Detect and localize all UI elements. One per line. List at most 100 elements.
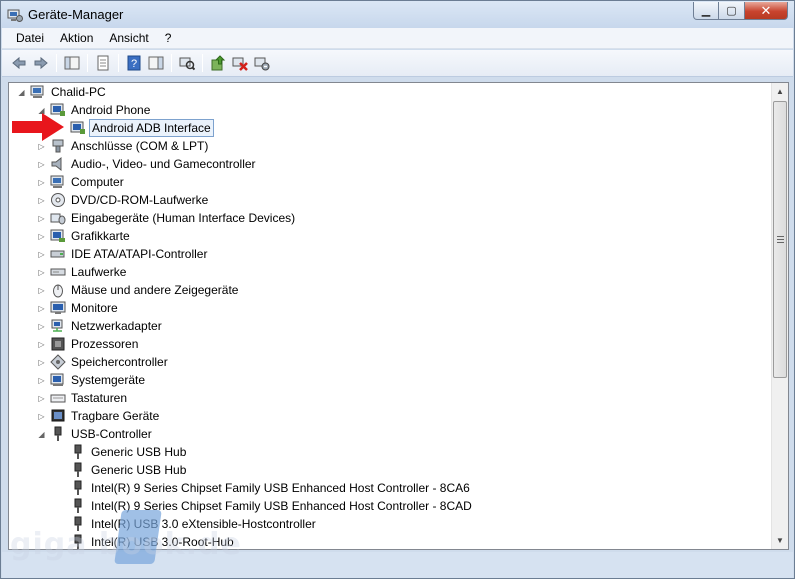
minimize-button[interactable]: ▁ xyxy=(693,2,719,20)
tree-node-label: Anschlüsse (COM & LPT) xyxy=(71,139,209,153)
tree-node-dvd[interactable]: ▷ DVD/CD-ROM-Laufwerke xyxy=(37,191,210,209)
tree-node-system[interactable]: ▷ Systemgeräte xyxy=(37,371,147,389)
tree-node-label: Netzwerkadapter xyxy=(71,319,162,333)
minimize-icon: ▁ xyxy=(701,5,711,17)
expand-icon[interactable]: ▷ xyxy=(37,322,46,331)
expand-icon[interactable]: ▷ xyxy=(37,232,46,241)
computer-icon xyxy=(30,85,44,98)
tree-node-ide[interactable]: ▷ IDE ATA/ATAPI-Controller xyxy=(37,245,209,263)
expand-icon[interactable]: ▷ xyxy=(37,412,46,421)
tree-node-processors[interactable]: ▷ Prozessoren xyxy=(37,335,140,353)
uninstall-button[interactable] xyxy=(229,52,251,74)
close-button[interactable]: ✕ xyxy=(745,2,788,20)
tree-node-label: Speichercontroller xyxy=(71,355,168,369)
expand-icon[interactable]: ▷ xyxy=(37,340,46,349)
usb-icon xyxy=(54,426,62,441)
tree-node-hid[interactable]: ▷ Eingabegeräte (Human Interface Devices… xyxy=(37,209,297,227)
menu-datei[interactable]: Datei xyxy=(8,31,52,45)
tree-node-label: Mäuse und andere Zeigegeräte xyxy=(71,283,239,297)
tree-node-label: Computer xyxy=(71,175,124,189)
tree-node-usb-hub-1[interactable]: Generic USB Hub xyxy=(70,443,188,461)
tree-node-audio[interactable]: ▷ Audio-, Video- und Gamecontroller xyxy=(37,155,258,173)
update-driver-button[interactable] xyxy=(207,52,229,74)
maximize-button[interactable]: ▢ xyxy=(719,2,745,20)
expand-icon[interactable]: ▷ xyxy=(37,160,46,169)
tree-node-label: Generic USB Hub xyxy=(91,445,187,459)
disable-button[interactable] xyxy=(251,52,273,74)
close-icon: ✕ xyxy=(760,2,772,18)
tree-node-portable[interactable]: ▷ Tragbare Geräte xyxy=(37,407,161,425)
expand-icon[interactable]: ▷ xyxy=(37,214,46,223)
properties-button[interactable] xyxy=(92,52,114,74)
expand-icon[interactable]: ▷ xyxy=(37,178,46,187)
tree-node-label: DVD/CD-ROM-Laufwerke xyxy=(71,193,209,207)
expand-icon[interactable]: ▷ xyxy=(37,268,46,277)
usb-icon xyxy=(74,462,82,477)
expand-icon[interactable]: ▷ xyxy=(37,376,46,385)
console-tree-button[interactable] xyxy=(61,52,83,74)
tree-node-usb-hub-2[interactable]: Generic USB Hub xyxy=(70,461,188,479)
tree-node-label: Android ADB Interface xyxy=(89,119,214,137)
expand-icon[interactable]: ▷ xyxy=(37,196,46,205)
expand-icon[interactable]: ▷ xyxy=(37,358,46,367)
network-adapter-icon xyxy=(51,319,63,332)
tree-root[interactable]: ◢ Chalid-PC xyxy=(17,83,108,101)
usb-icon xyxy=(74,444,82,459)
tree-node-label: Eingabegeräte (Human Interface Devices) xyxy=(71,211,296,225)
device-tree: ◢ Chalid-PC ◢ Android Phone Android ADB … xyxy=(9,83,771,549)
menu-help[interactable]: ? xyxy=(157,31,180,45)
expand-icon[interactable]: ▷ xyxy=(37,394,46,403)
system-device-icon xyxy=(50,373,64,386)
tree-node-network[interactable]: ▷ Netzwerkadapter xyxy=(37,317,164,335)
uninstall-icon xyxy=(232,57,248,71)
device-tree-pane: ◢ Chalid-PC ◢ Android Phone Android ADB … xyxy=(8,82,789,550)
tree-node-storage[interactable]: ▷ Speichercontroller xyxy=(37,353,170,371)
tree-node-usb-host-8ca6[interactable]: Intel(R) 9 Series Chipset Family USB Enh… xyxy=(70,479,472,497)
back-button[interactable] xyxy=(8,52,30,74)
expand-icon[interactable]: ▷ xyxy=(37,250,46,259)
tree-node-keyboards[interactable]: ▷ Tastaturen xyxy=(37,389,129,407)
collapse-icon[interactable]: ◢ xyxy=(17,88,26,97)
svg-text:?: ? xyxy=(131,58,137,70)
speaker-icon xyxy=(51,156,62,172)
scroll-up-button[interactable]: ▲ xyxy=(772,83,788,100)
input-device-icon xyxy=(50,213,66,225)
tree-node-monitors[interactable]: ▷ Monitore xyxy=(37,299,120,317)
android-device-icon xyxy=(70,121,85,134)
tree-node-mice[interactable]: ▷ Mäuse und andere Zeigegeräte xyxy=(37,281,240,299)
collapse-icon[interactable]: ◢ xyxy=(37,430,46,439)
expand-icon[interactable]: ▷ xyxy=(37,286,46,295)
help-icon: ? xyxy=(127,55,141,71)
action-pane-button[interactable] xyxy=(145,52,167,74)
expand-icon[interactable]: ▷ xyxy=(37,304,46,313)
menu-aktion[interactable]: Aktion xyxy=(52,31,101,45)
disk-drive-icon xyxy=(50,268,66,276)
scan-hardware-button[interactable] xyxy=(176,52,198,74)
title-bar[interactable]: Geräte-Manager ▁ ▢ ✕ xyxy=(1,1,794,28)
window-controls: ▁ ▢ ✕ xyxy=(693,2,788,20)
vertical-scrollbar[interactable]: ▲ ▼ xyxy=(771,83,788,549)
tree-node-graphics[interactable]: ▷ Grafikkarte xyxy=(37,227,132,245)
tree-node-drives[interactable]: ▷ Laufwerke xyxy=(37,263,128,281)
maximize-icon: ▢ xyxy=(726,5,737,17)
tree-node-android-adb-interface[interactable]: Android ADB Interface xyxy=(70,119,214,137)
forward-button[interactable] xyxy=(30,52,52,74)
tree-node-label: Prozessoren xyxy=(71,337,139,351)
tree-node-computer[interactable]: ▷ Computer xyxy=(37,173,126,191)
scrollbar-thumb[interactable] xyxy=(773,101,787,378)
grip-icon xyxy=(776,236,784,243)
tree-node-label: IDE ATA/ATAPI-Controller xyxy=(71,247,208,261)
expand-icon[interactable]: ▷ xyxy=(37,142,46,151)
disable-icon xyxy=(254,57,270,71)
tree-node-label: Generic USB Hub xyxy=(91,463,187,477)
ide-controller-icon xyxy=(50,250,65,258)
tree-node-usb-controller[interactable]: ◢ USB-Controller xyxy=(37,425,154,443)
scroll-down-button[interactable]: ▼ xyxy=(772,532,788,549)
usb-icon xyxy=(74,480,82,495)
tree-root-label: Chalid-PC xyxy=(51,85,106,99)
tree-node-label: Tastaturen xyxy=(71,391,128,405)
tree-node-label: Monitore xyxy=(71,301,118,315)
toolbar-separator xyxy=(171,54,172,72)
help-button[interactable]: ? xyxy=(123,52,145,74)
menu-ansicht[interactable]: Ansicht xyxy=(101,31,156,45)
